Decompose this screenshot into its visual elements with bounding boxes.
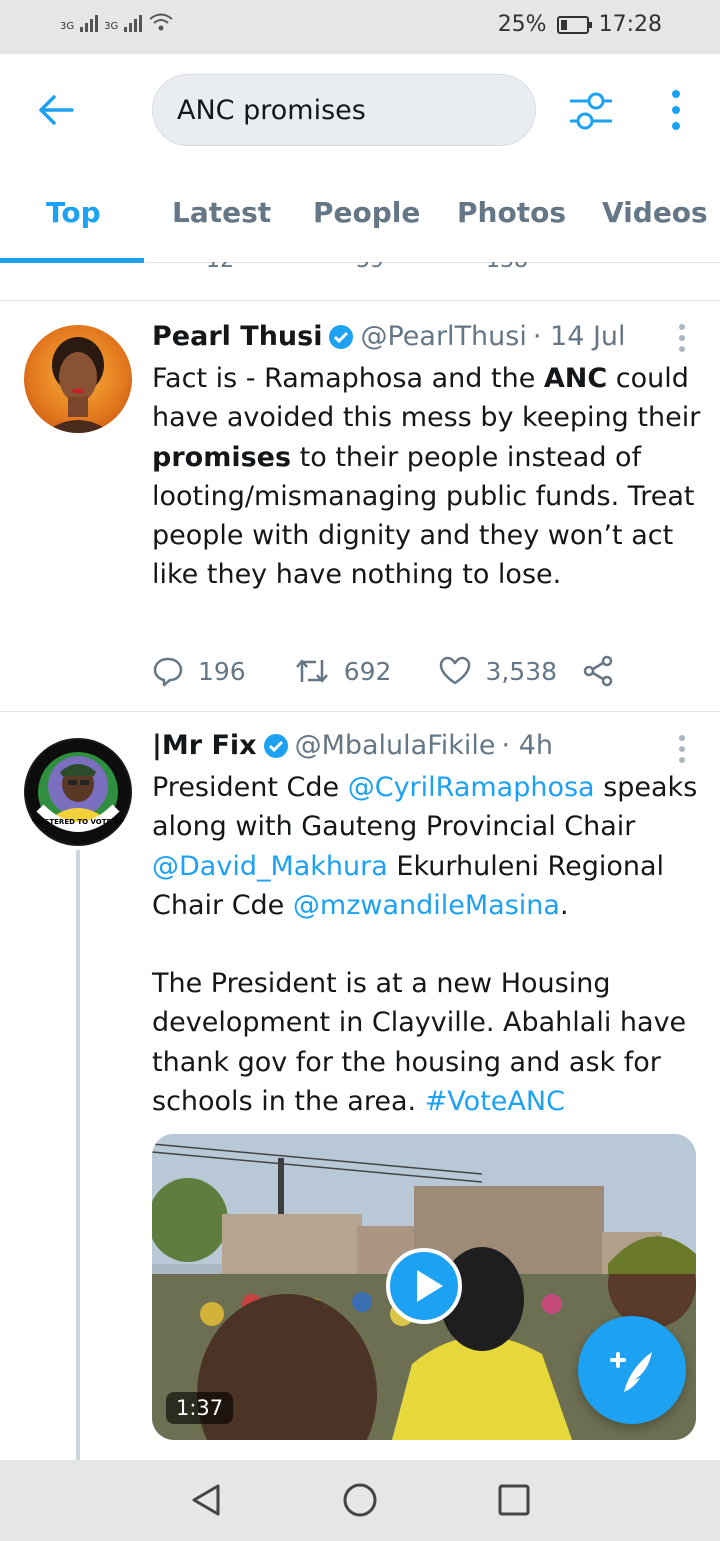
mention-link[interactable]: @mzwandileMasina [293, 890, 560, 921]
text-segment: . [559, 889, 569, 921]
system-nav-bar [0, 1460, 720, 1541]
reply-button[interactable]: 196 [152, 655, 246, 687]
tweet-card[interactable]: Pearl Thusi @PearlThusi · 14 Jul Fact is… [0, 301, 720, 711]
avatar[interactable] [24, 325, 132, 433]
verified-icon [329, 324, 354, 349]
author-handle[interactable]: @PearlThusi [360, 321, 526, 352]
signal-icon [80, 12, 99, 32]
signal-indicators: 3G 3G [60, 12, 174, 32]
tweet-time: · 4h [501, 730, 553, 761]
text-segment: Fact is - Ramaphosa and the [152, 363, 544, 394]
network-type-1: 3G [60, 21, 75, 32]
compose-icon [610, 1352, 652, 1392]
verified-icon [263, 733, 288, 758]
prev-retweet-count[interactable]: 59 [356, 262, 384, 273]
signal-icon-2 [124, 12, 143, 32]
tab-photos[interactable]: Photos [457, 196, 566, 229]
share-icon[interactable] [583, 655, 615, 687]
text-segment: President Cde [152, 772, 348, 803]
search-input[interactable]: ANC promises [152, 74, 536, 146]
clock: 17:28 [598, 12, 662, 37]
previous-tweet-actions: 12 59 138 [0, 262, 720, 301]
nav-back-icon[interactable] [188, 1482, 224, 1518]
avatar[interactable]: REGISTERED TO VOTE ANC [24, 738, 132, 846]
hashtag-link[interactable]: #VoteANC [425, 1086, 565, 1117]
battery-icon [556, 15, 592, 34]
battery-percent: 25% [497, 12, 547, 37]
wifi-icon [149, 13, 173, 31]
avatar-portrait [44, 337, 112, 433]
tweet-header: |Mr Fix @MbalulaFikile · 4h [152, 730, 553, 761]
status-bar: 3G 3G 25% 17:28 [0, 0, 720, 54]
tab-top[interactable]: Top [46, 196, 101, 229]
highlighted-term: ANC [543, 363, 608, 394]
retweet-icon [295, 659, 328, 683]
more-vertical-icon[interactable] [666, 88, 686, 134]
search-query: ANC promises [177, 94, 366, 126]
highlighted-term: promises [152, 441, 292, 473]
nav-home-icon[interactable] [342, 1482, 378, 1518]
text-segment: The President is at a new Housing develo… [152, 968, 687, 1118]
status-right: 25% 17:28 [498, 12, 662, 37]
tweet-text: President Cde @CyrilRamaphosa speaks alo… [152, 768, 704, 1121]
back-arrow-icon[interactable] [36, 92, 76, 128]
avatar-campaign-badge [26, 740, 130, 844]
author-name[interactable]: |Mr Fix [152, 730, 257, 761]
retweet-button[interactable]: 692 [294, 656, 392, 686]
filter-icon[interactable] [566, 88, 616, 134]
network-type-2: 3G [104, 21, 119, 32]
tweet-text: Fact is - Ramaphosa and the ANC could ha… [152, 359, 704, 595]
tweet-actions: 196 692 3,538 [152, 655, 615, 687]
tweet-paragraph: The President is at a new Housing develo… [152, 964, 704, 1121]
like-button[interactable]: 3,538 [439, 656, 557, 686]
tweet-more-icon[interactable] [678, 323, 686, 353]
tweet-paragraph: President Cde @CyrilRamaphosa speaks alo… [152, 768, 704, 925]
tweet-more-icon[interactable] [678, 734, 686, 764]
like-icon [440, 656, 471, 685]
nav-recents-icon[interactable] [496, 1482, 532, 1518]
author-name[interactable]: Pearl Thusi [152, 321, 322, 352]
retweet-count: 692 [343, 656, 392, 686]
like-count: 3,538 [485, 656, 558, 686]
compose-tweet-button[interactable] [578, 1316, 686, 1424]
reply-icon [153, 657, 183, 687]
mention-link[interactable]: @David_Makhura [152, 851, 388, 882]
video-duration: 1:37 [166, 1392, 234, 1424]
prev-reply-count[interactable]: 12 [206, 262, 234, 273]
prev-like-count[interactable]: 138 [486, 262, 528, 273]
tweet-header: Pearl Thusi @PearlThusi · 14 Jul [152, 321, 626, 352]
search-tabs: Top Latest People Photos Videos [0, 166, 720, 263]
tab-latest[interactable]: Latest [172, 196, 271, 229]
mention-link[interactable]: @CyrilRamaphosa [348, 772, 595, 803]
thread-connector [76, 850, 80, 1460]
avatar-text: REGISTERED TO VOTE ANC [25, 818, 131, 826]
tweet-time: · 14 Jul [532, 321, 626, 352]
tab-people[interactable]: People [313, 196, 420, 229]
reply-count: 196 [198, 656, 246, 686]
author-handle[interactable]: @MbalulaFikile [295, 730, 496, 761]
play-icon[interactable] [386, 1248, 462, 1324]
search-header: ANC promises [0, 54, 720, 166]
tab-videos[interactable]: Videos [602, 196, 708, 229]
